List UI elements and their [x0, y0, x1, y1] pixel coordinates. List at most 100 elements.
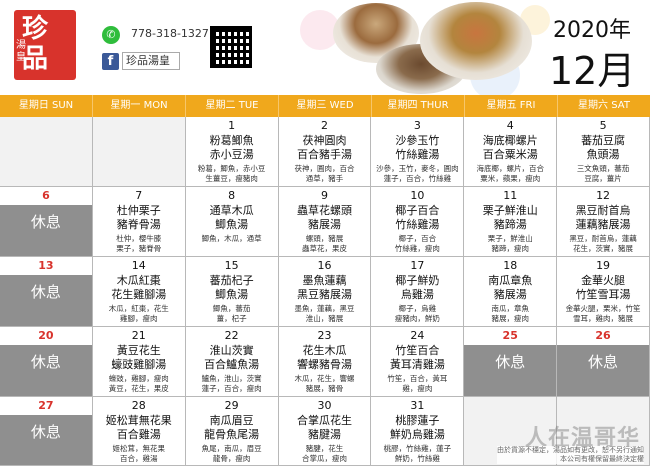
soup-name: 蕃茄杞子 鯽魚湯	[209, 274, 254, 301]
soup-name: 南瓜眉豆 龍骨魚尾湯	[204, 414, 260, 441]
soup-name: 木瓜紅棗 花生雞腳湯	[111, 274, 167, 301]
soup-ingredients: 鯽魚，木瓜，通草	[201, 234, 262, 243]
facebook-search-box[interactable]: 珍品湯皇	[122, 52, 180, 70]
soup-ingredients: 杜仲，櫻牛膝 栗子，豬脊骨	[116, 234, 162, 253]
soup-ingredients: 木瓜，花生，響螺 豬展，豬骨	[294, 374, 355, 393]
day-number: 1	[228, 119, 236, 132]
calendar-day: 2 茯神圓肉 百合豬手湯茯神，圓肉，百合 通草，豬手	[278, 117, 372, 187]
calendar-day: 23 花生木瓜 響螺豬骨湯 木瓜，花生，響螺 豬展，豬骨	[278, 327, 372, 397]
soup-ingredients: 椰子，烏雞 瘦豬肉，鮮奶	[394, 304, 440, 323]
soup-name: 淮山茨實 百合鱸魚湯	[204, 344, 260, 371]
soup-ingredients: 茯神，圓肉，百合 通草，豬手	[294, 164, 355, 183]
calendar-day: 28 姬松茸無花果 百合雞湯 姬松茸，無花果 百合，雞湯	[92, 397, 186, 466]
soup-name: 南瓜章魚 豬展湯	[488, 274, 533, 301]
weekday-wed: 星期三 WED	[279, 95, 372, 117]
closed-label: 休息	[0, 345, 92, 396]
day-number: 21	[131, 329, 146, 342]
day-number: 9	[320, 189, 328, 202]
day-number: 5	[599, 119, 607, 132]
empty-day	[92, 117, 185, 186]
day-number: 25	[502, 329, 518, 342]
day-number: 2	[320, 119, 328, 132]
closed-label: 休息	[0, 275, 92, 326]
soup-ingredients: 椰子，百合 竹絲雞，瘦肉	[394, 234, 440, 253]
calendar-day: 31 桃膠蓮子 鮮奶烏雞湯 桃膠，竹絲雞，蓮子 鮮奶，竹絲雞	[371, 397, 465, 466]
weekday-header: 星期日 SUN 星期一 MON 星期二 TUE 星期三 WED 星期四 THUR…	[0, 95, 650, 117]
soup-ingredients: 桃膠，竹絲雞，蓮子 鮮奶，竹絲雞	[383, 444, 452, 463]
calendar-day: 12 黑豆耐首烏 蓮藕豬展湯 黑豆，耐首烏，蓮藕 花生，茨實，豬展	[557, 187, 650, 257]
day-number: 28	[131, 399, 146, 412]
day-number: 27	[38, 399, 54, 412]
soup-name: 椰子百合 竹絲雞湯	[395, 204, 440, 231]
empty-day	[0, 117, 93, 187]
soup-name: 粉葛鯽魚 赤小豆湯	[209, 134, 254, 161]
soup-name: 沙參玉竹 竹絲雞湯	[395, 134, 440, 161]
day-number: 15	[224, 259, 239, 272]
soup-ingredients: 鱸魚，淮山，茨實 蓮子，百合，瘦肉	[201, 374, 262, 393]
soup-name: 栗子鮮淮山 豬蹄湯	[482, 204, 538, 231]
soup-name: 竹笙百合 黃耳清雞湯	[389, 344, 445, 371]
calendar-day: 27 休息	[0, 397, 93, 466]
soup-ingredients: 海底椰，螺片，百合 粟米，蘋果，瘦肉	[476, 164, 544, 183]
calendar-day	[92, 117, 186, 187]
weekday-fri: 星期五 FRI	[465, 95, 558, 117]
soup-name: 杜仲栗子 豬脊骨湯	[116, 204, 161, 231]
day-number: 30	[317, 399, 332, 412]
calendar-day: 26 休息	[557, 327, 650, 397]
weekday-mon: 星期一 MON	[93, 95, 186, 117]
phone-number[interactable]: 778-318-1327	[131, 27, 209, 40]
soup-ingredients: 木瓜，紅棗，花生 雞腳，瘦肉	[108, 304, 169, 323]
day-number: 16	[317, 259, 332, 272]
day-number: 14	[131, 259, 146, 272]
soup-name: 蕃茄豆腐 魚頭湯	[581, 134, 626, 161]
calendar-day: 4 海底椰螺片 百合粟米湯海底椰，螺片，百合 粟米，蘋果，瘦肉	[464, 117, 558, 187]
calendar-day: 5 蕃茄豆腐 魚頭湯 三文魚頭，蕃茄 豆腐，薑片	[557, 117, 650, 187]
day-number: 18	[503, 259, 518, 272]
calendar-day: 29 南瓜眉豆 龍骨魚尾湯魚尾，南瓜，眉豆 龍骨，瘦肉	[185, 397, 279, 466]
calendar-day: 24 竹笙百合 黃耳清雞湯 竹笙，百合，黃耳 雞，瘦肉	[371, 327, 465, 397]
calendar-day: 19 金華火腿 竹笙雪耳湯 金華火腿，栗米，竹笙 雪耳，雞肉，豬展	[557, 257, 650, 327]
qr-code[interactable]	[210, 26, 252, 68]
soup-bowl-image	[420, 2, 532, 80]
soup-name: 墨魚蓮藕 黑豆豬展湯	[296, 274, 352, 301]
soup-ingredients: 墨魚，蓮藕，黑豆 淮山，豬展	[294, 304, 355, 323]
soup-ingredients: 魚尾，南瓜，眉豆 龍骨，瘦肉	[201, 444, 262, 463]
calendar-day: 3 沙參玉竹 竹絲雞湯 沙參，玉竹，麥冬，圓肉 蓮子，百合，竹絲雞	[371, 117, 465, 187]
weekday-tue: 星期二 TUE	[186, 95, 279, 117]
closed-label: 休息	[557, 345, 649, 396]
day-number: 19	[596, 259, 611, 272]
facebook-icon: f	[102, 53, 119, 70]
calendar-day: 20 休息	[0, 327, 93, 397]
soup-name: 海底椰螺片 百合粟米湯	[482, 134, 538, 161]
soup-name: 茯神圓肉 百合豬手湯	[296, 134, 352, 161]
day-number: 12	[596, 189, 611, 202]
day-number: 10	[410, 189, 425, 202]
empty-day-fill	[0, 117, 92, 186]
brand-logo: 珍 品 湯皇	[14, 10, 76, 80]
soup-name: 黑豆耐首烏 蓮藕豬展湯	[575, 204, 631, 231]
calendar-day: 15 蕃茄杞子 鯽魚湯 鯽魚，蕃茄 薑，杞子	[185, 257, 279, 327]
soup-ingredients: 粉葛，鯽魚，赤小豆 生薑豆，瘦豬肉	[197, 164, 266, 183]
soup-name: 通草木瓜 鯽魚湯	[209, 204, 254, 231]
closed-label: 休息	[0, 205, 92, 256]
soup-ingredients: 蠔豉，雞腳，瘦肉 黃豆，花生，果皮	[108, 374, 169, 393]
day-number: 29	[224, 399, 239, 412]
soup-ingredients: 螺頭，豬展 蟲草花，果皮	[301, 234, 347, 253]
calendar-grid: 1 粉葛鯽魚 赤小豆湯粉葛，鯽魚，赤小豆 生薑豆，瘦豬肉 2 茯神圓肉 百合豬手湯茯神…	[0, 117, 650, 466]
soup-name: 黃豆花生 蠔豉雞腳湯	[111, 344, 167, 371]
day-number: 17	[410, 259, 425, 272]
calendar-day: 17 椰子鮮奶 烏雞湯 椰子，烏雞 瘦豬肉，鮮奶	[371, 257, 465, 327]
day-number: 20	[38, 329, 54, 342]
weekday-thu: 星期四 THUR	[372, 95, 465, 117]
day-number: 13	[38, 259, 54, 272]
soup-ingredients: 竹笙，百合，黃耳 雞，瘦肉	[387, 374, 448, 393]
calendar-day: 14 木瓜紅棗 花生雞腳湯木瓜，紅棗，花生 雞腳，瘦肉	[92, 257, 186, 327]
day-number: 11	[503, 189, 518, 202]
calendar-day: 25 休息	[464, 327, 558, 397]
soup-ingredients: 金華火腿，栗米，竹笙 雪耳，雞肉，豬展	[565, 304, 641, 323]
day-number: 4	[506, 119, 514, 132]
whatsapp-icon: ✆	[102, 26, 120, 44]
calendar-day: 9 蟲草花螺頭 豬展湯 螺頭，豬展 蟲草花，果皮	[278, 187, 372, 257]
closed-label: 休息	[464, 345, 557, 396]
soup-name: 姬松茸無花果 百合雞湯	[105, 414, 172, 441]
